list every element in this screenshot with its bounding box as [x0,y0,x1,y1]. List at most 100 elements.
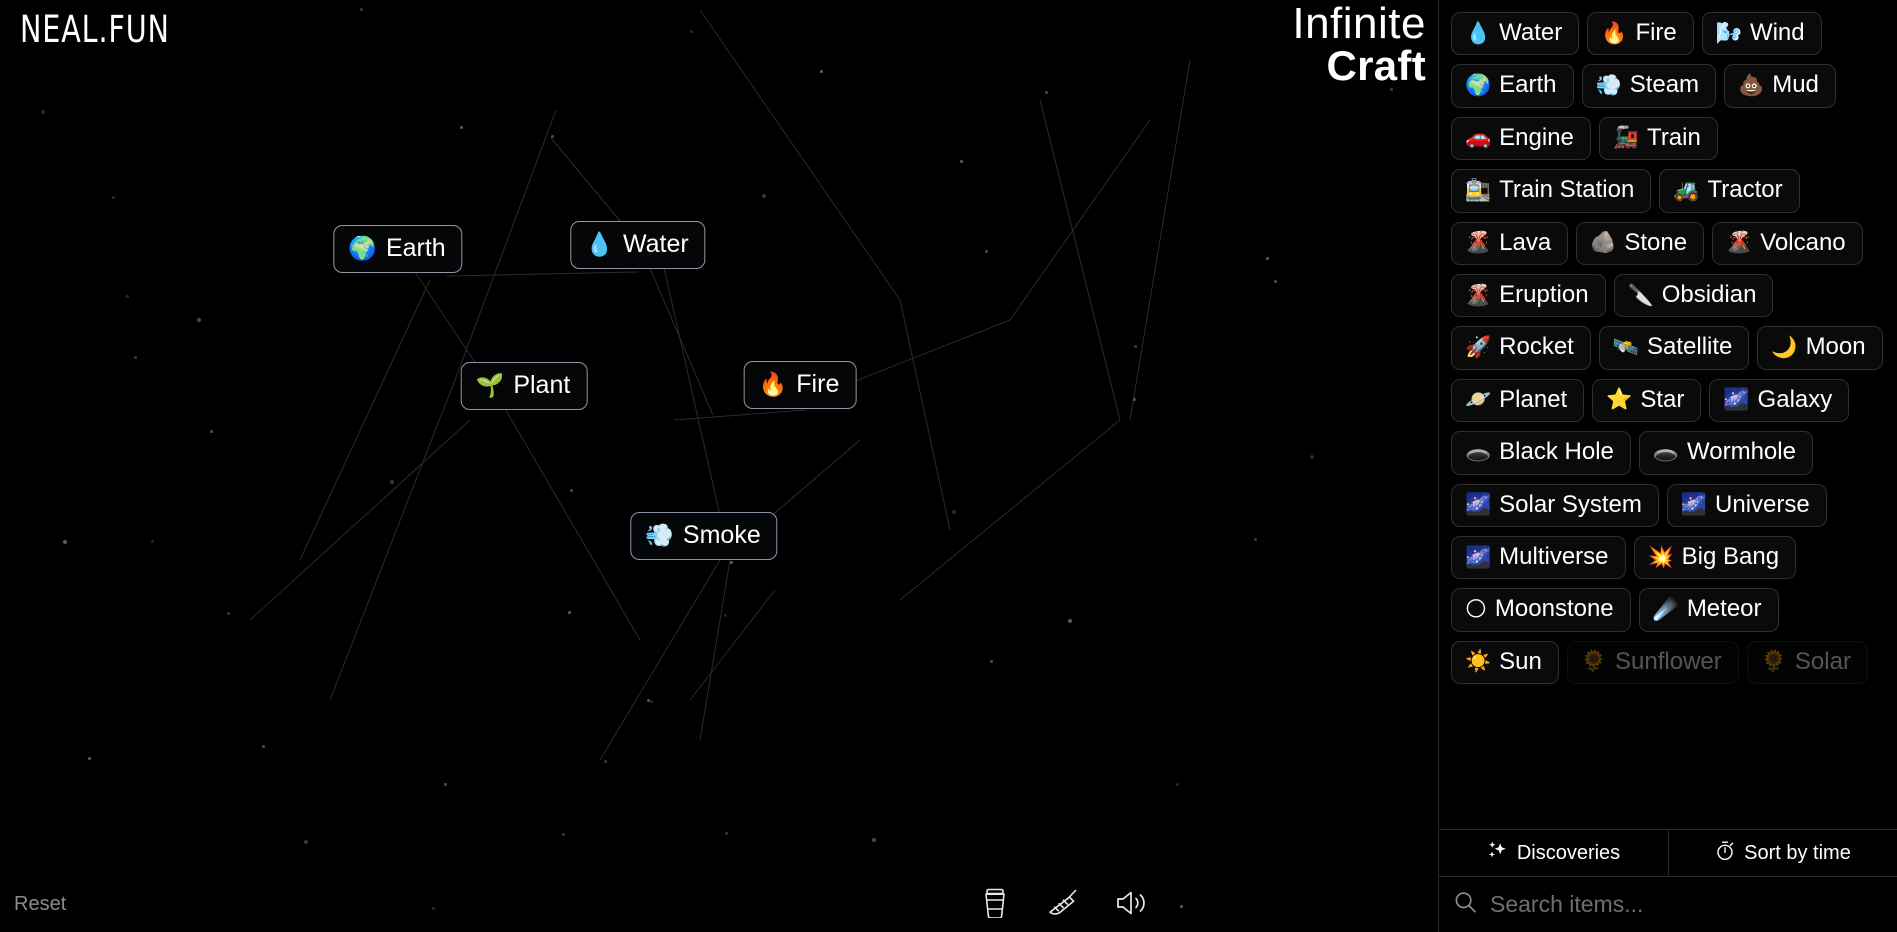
star-dot [304,840,308,844]
sidebar-item-train-station[interactable]: 🚉 Train Station [1451,169,1652,213]
canvas-item[interactable]: 🌱 Plant [460,362,588,410]
canvas-item[interactable]: 💧 Water [570,221,706,269]
sidebar-item-satellite[interactable]: 🛰️ Satellite [1598,326,1750,370]
sidebar-item-emoji: 💥 [1647,545,1674,569]
sidebar-item-label: Fire [1635,19,1677,46]
sidebar-item-label: Train [1647,123,1701,151]
crafting-canvas[interactable]: NEAL.FUN Infinite Craft 🌍 Earth 💧 Water 🌱 Pla… [0,0,1438,932]
sidebar-item-solar-system[interactable]: 🌌 Solar System [1451,483,1659,527]
star-dot [1176,783,1179,786]
sidebar-item-wind[interactable]: 🌬️ Wind [1701,12,1822,56]
sidebar-item-sunflower[interactable]: 🌻 Sunflower [1566,640,1739,685]
star-dot [730,561,733,564]
sidebar-item-lava[interactable]: 🌋 Lava [1451,221,1569,265]
sidebar-item-emoji: 🛰️ [1612,336,1640,360]
canvas-item-label: Smoke [682,521,761,549]
star-dot [390,480,394,484]
sidebar-item-label: Big Bang [1681,542,1780,570]
sidebar-item-emoji: 🌌 [1723,388,1750,412]
sidebar-item-multiverse[interactable]: 🌌 Multiverse [1451,535,1626,580]
sidebar-item-big-bang[interactable]: 💥 Big Bang [1633,535,1797,580]
canvas-item-label: Earth [385,234,446,262]
sidebar-item-fire[interactable]: 🔥 Fire [1587,12,1694,56]
sidebar-item-emoji: 🕳️ [1652,440,1680,464]
sidebar-item-moonstone[interactable]: 🌕 Moonstone [1451,588,1631,632]
tab-sort-by-time[interactable]: Sort by time [1668,830,1897,876]
star-dot [432,907,435,910]
sidebar-item-rocket[interactable]: 🚀 Rocket [1451,326,1591,370]
sidebar-item-solar[interactable]: 🌻 Solar [1746,640,1868,685]
sidebar-item-engine[interactable]: 🚗 Engine [1451,116,1591,161]
star-dot [1180,905,1183,908]
sidebar-item-emoji: 🚀 [1465,336,1492,360]
sidebar-item-emoji: ⭐ [1606,388,1633,412]
sidebar-item-label: Volcano [1760,228,1846,256]
star-dot [570,489,573,492]
title-line-infinite: Infinite [1292,0,1426,48]
sidebar-item-planet[interactable]: 🪐 Planet [1451,378,1585,423]
sidebar-item-label: Multiverse [1499,542,1609,570]
reset-button[interactable]: Reset [14,893,66,916]
canvas-item[interactable]: 🔥 Fire [743,361,857,409]
sidebar-item-meteor[interactable]: ☄️ Meteor [1638,588,1779,632]
sidebar-item-emoji: 🪐 [1465,388,1492,412]
star-dot [872,838,876,842]
sidebar-item-obsidian[interactable]: 🔪 Obsidian [1613,273,1774,318]
stopwatch-icon [1715,840,1735,867]
sidebar-item-label: Galaxy [1757,385,1833,413]
sidebar-item-stone[interactable]: 🪨 Stone [1576,221,1705,265]
items-scroll-pane[interactable]: 💧 Water 🔥 Fire 🌬️ Wind 🌍 Earth 💨 Steam 💩 Mud 🚗 Engine… [1439,0,1897,829]
sidebar-item-sun[interactable]: ☀️ Sun [1451,640,1559,685]
star-dot [604,760,607,763]
sidebar-item-label: Eruption [1499,280,1589,308]
broom-icon[interactable] [1046,886,1080,920]
page-title: Infinite Craft [1292,0,1426,90]
sidebar-item-black-hole[interactable]: 🕳️ Black Hole [1451,431,1631,475]
sidebar-item-steam[interactable]: 💨 Steam [1581,64,1717,108]
title-line-craft: Craft [1326,42,1426,90]
star-dot [262,745,265,748]
constellation-lines [249,9,1191,761]
infinite-craft-app: NEAL.FUN Infinite Craft 🌍 Earth 💧 Water 🌱 Pla… [0,0,1897,932]
sidebar-item-emoji: 🚉 [1465,178,1492,202]
sidebar-item-star[interactable]: ⭐ Star [1592,378,1702,423]
sidebar-item-label: Obsidian [1661,280,1757,308]
sidebar-item-galaxy[interactable]: 🌌 Galaxy [1709,378,1850,423]
sidebar-item-wormhole[interactable]: 🕳️ Wormhole [1638,431,1813,475]
sidebar-item-emoji: 🔥 [1601,21,1628,45]
coffee-cup-icon[interactable] [978,886,1012,920]
canvas-item[interactable]: 💨 Smoke [630,512,778,560]
sidebar-item-emoji: 🌌 [1465,493,1492,517]
sidebar-item-emoji: 💩 [1738,74,1765,98]
star-dot [151,540,154,543]
starfield [0,0,1438,932]
sidebar-item-emoji: 🌌 [1680,493,1708,517]
neal-fun-logo[interactable]: NEAL.FUN [20,8,170,51]
sidebar-item-label: Planet [1499,385,1568,413]
sidebar-item-volcano[interactable]: 🌋 Volcano [1712,221,1863,265]
sidebar-item-earth[interactable]: 🌍 Earth [1451,64,1574,108]
tab-discoveries[interactable]: Discoveries [1439,830,1668,876]
sidebar-item-label: Wormhole [1687,438,1796,466]
star-dot [1133,398,1136,401]
star-dot [725,832,728,835]
sidebar-item-mud[interactable]: 💩 Mud [1724,64,1836,108]
canvas-item[interactable]: 🌍 Earth [333,225,463,273]
star-dot [210,430,213,433]
star-dot [551,135,554,138]
sidebar-item-emoji: 🌍 [1465,74,1492,98]
sidebar-item-train[interactable]: 🚂 Train [1598,116,1718,161]
sidebar-item-emoji: ☀️ [1465,650,1492,674]
sidebar-item-moon[interactable]: 🌙 Moon [1757,326,1883,370]
star-dot [1134,345,1137,348]
sidebar-item-tractor[interactable]: 🚜 Tractor [1659,169,1800,213]
star-dot [990,660,993,663]
sidebar-item-eruption[interactable]: 🌋 Eruption [1451,273,1606,318]
speaker-icon[interactable] [1114,886,1148,920]
canvas-item-label: Water [622,230,689,258]
sidebar-item-water[interactable]: 💧 Water [1451,12,1580,56]
search-bar [1439,877,1897,932]
sidebar-item-label: Stone [1624,228,1688,256]
sidebar-item-universe[interactable]: 🌌 Universe [1666,483,1827,527]
search-input[interactable] [1490,891,1881,918]
